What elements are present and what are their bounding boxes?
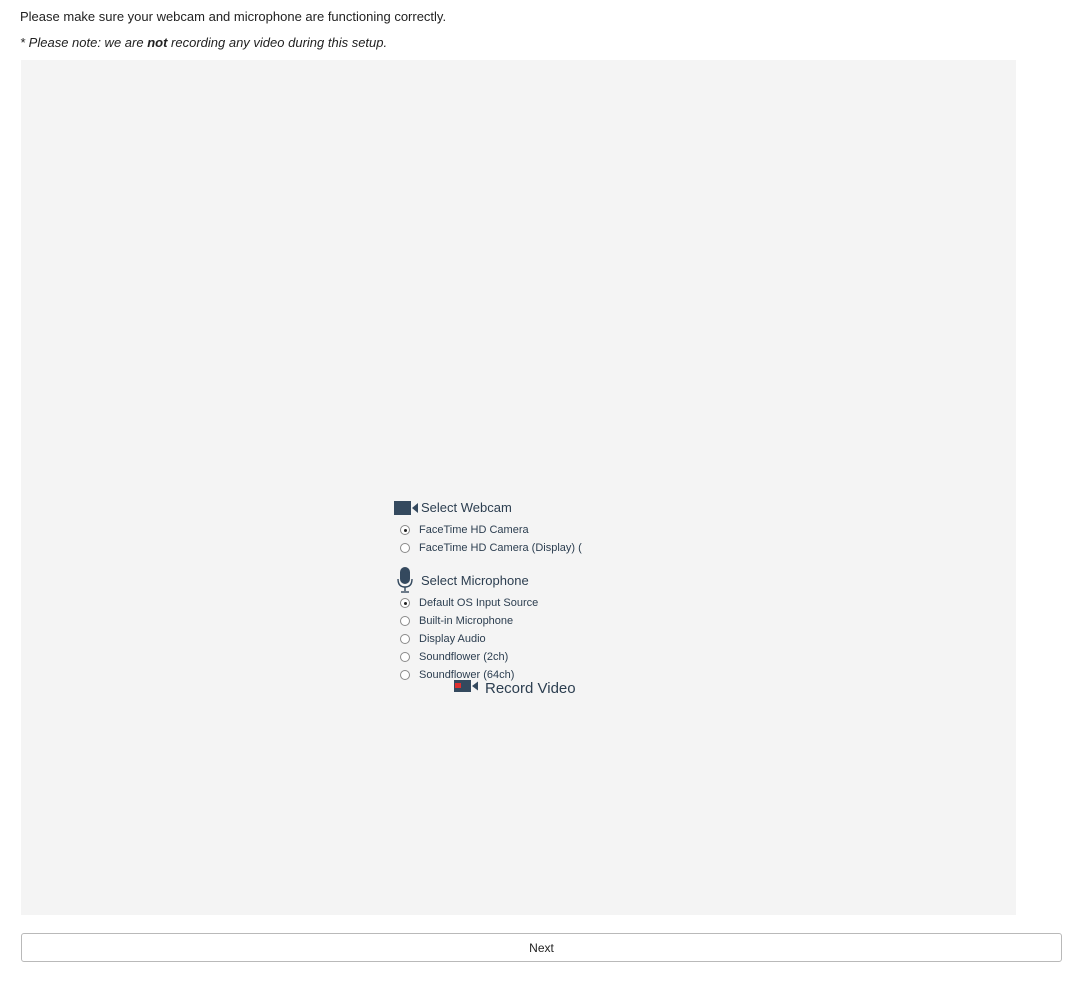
record-video-button[interactable]: Record Video xyxy=(454,679,576,697)
microphone-radio-soundflower-64ch[interactable] xyxy=(400,670,410,680)
webcam-heading: Select Webcam xyxy=(394,500,512,515)
microphone-radio-default[interactable] xyxy=(400,598,410,608)
note-prefix: * Please note: we are xyxy=(20,35,148,50)
microphone-option-label: Soundflower (2ch) xyxy=(419,651,509,663)
microphone-option-default[interactable]: Default OS Input Source xyxy=(400,594,538,612)
microphone-icon xyxy=(394,567,418,593)
microphone-radio-display-audio[interactable] xyxy=(400,634,410,644)
microphone-radio-built-in[interactable] xyxy=(400,616,410,626)
video-camera-icon xyxy=(394,500,418,515)
page: Please make sure your webcam and microph… xyxy=(0,0,1075,990)
microphone-option-label: Built-in Microphone xyxy=(419,615,514,627)
webcam-preview-panel: Select Webcam FaceTime HD Camera FaceTim… xyxy=(21,60,1016,915)
webcam-heading-label: Select Webcam xyxy=(421,500,512,515)
recorder-controls: Select Webcam FaceTime HD Camera FaceTim… xyxy=(394,500,654,700)
microphone-option-display-audio[interactable]: Display Audio xyxy=(400,630,486,648)
note-emphasis: not xyxy=(147,35,168,50)
webcam-option-facetime-display[interactable]: FaceTime HD Camera (Display) ( xyxy=(400,539,582,557)
note-suffix: recording any video during this setup. xyxy=(167,35,388,50)
microphone-option-built-in[interactable]: Built-in Microphone xyxy=(400,612,513,630)
microphone-heading-label: Select Microphone xyxy=(421,572,529,588)
microphone-option-soundflower-2ch[interactable]: Soundflower (2ch) xyxy=(400,648,508,666)
webcam-radio-facetime-hd[interactable] xyxy=(400,525,410,535)
microphone-heading: Select Microphone xyxy=(394,567,529,593)
record-video-label: Record Video xyxy=(485,679,576,697)
webcam-option-label: FaceTime HD Camera xyxy=(419,524,529,536)
webcam-radio-facetime-display[interactable] xyxy=(400,543,410,553)
webcam-option-label: FaceTime HD Camera (Display) ( xyxy=(419,542,582,554)
webcam-option-facetime-hd[interactable]: FaceTime HD Camera xyxy=(400,521,529,539)
microphone-option-label: Default OS Input Source xyxy=(419,597,539,609)
intro-text: Please make sure your webcam and microph… xyxy=(20,9,447,24)
setup-note: * Please note: we are not recording any … xyxy=(20,35,387,51)
next-button[interactable]: Next xyxy=(21,933,1062,962)
microphone-radio-soundflower-2ch[interactable] xyxy=(400,652,410,662)
record-video-icon xyxy=(454,679,479,697)
microphone-option-label: Display Audio xyxy=(419,633,486,645)
